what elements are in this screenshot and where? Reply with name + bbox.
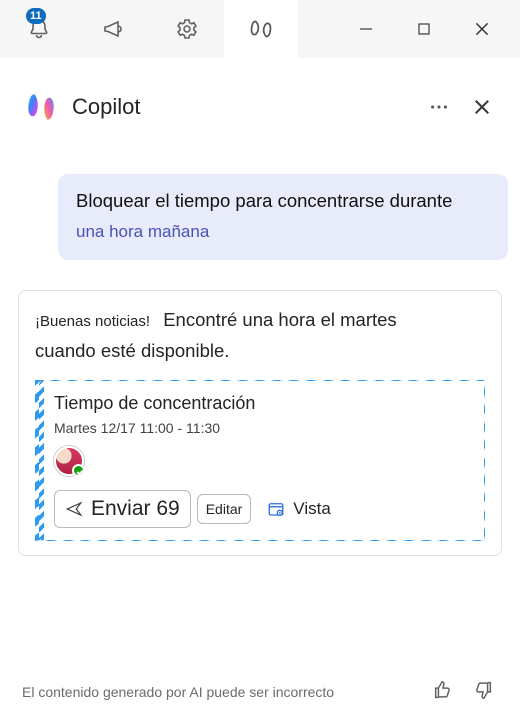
tab-copilot[interactable] bbox=[224, 0, 298, 58]
copilot-pane: Copilot Bloquear el tiempo para concentr… bbox=[0, 58, 520, 720]
minimize-button[interactable] bbox=[356, 19, 376, 39]
copilot-logo-icon bbox=[24, 90, 58, 124]
user-message-line2: una hora mañana bbox=[76, 222, 490, 242]
user-message-bubble: Bloquear el tiempo para concentrarse dur… bbox=[58, 174, 508, 260]
attendee-row bbox=[54, 446, 470, 476]
event-card: Tiempo de concentración Martes 12/17 11:… bbox=[35, 380, 485, 541]
close-window-button[interactable] bbox=[472, 19, 492, 39]
copilot-tab-icon bbox=[248, 16, 274, 42]
assistant-text-2: cuando esté disponible. bbox=[35, 336, 485, 367]
ai-disclaimer-text: El contenido generado por AI puede ser i… bbox=[22, 684, 418, 700]
close-pane-button[interactable] bbox=[468, 93, 496, 121]
send-button-label: Enviar 69 bbox=[91, 497, 180, 521]
calendar-icon bbox=[267, 500, 285, 518]
gear-icon bbox=[175, 17, 199, 41]
tab-announcements[interactable] bbox=[76, 0, 150, 58]
conversation-area: Bloquear el tiempo para concentrarse dur… bbox=[0, 132, 520, 665]
event-title: Tiempo de concentración bbox=[54, 393, 470, 414]
send-button[interactable]: Enviar 69 bbox=[54, 490, 191, 528]
tab-settings[interactable] bbox=[150, 0, 224, 58]
assistant-response-card: ¡Buenas noticias! Encontré una hora el m… bbox=[18, 290, 502, 556]
megaphone-icon bbox=[101, 17, 125, 41]
edit-button-label: Editar bbox=[206, 501, 243, 517]
window-controls bbox=[356, 19, 520, 39]
user-message-line1: Bloquear el tiempo para concentrarse dur… bbox=[76, 190, 490, 212]
notification-badge: 11 bbox=[26, 8, 46, 24]
window-titlebar: 11 bbox=[0, 0, 520, 58]
pane-header: Copilot bbox=[0, 90, 520, 132]
event-time: Martes 12/17 11:00 - 11:30 bbox=[54, 420, 470, 436]
presence-available-icon bbox=[72, 464, 85, 477]
assistant-text: ¡Buenas noticias! Encontré una hora el m… bbox=[35, 305, 485, 336]
more-options-button[interactable] bbox=[424, 92, 454, 122]
thumbs-up-button[interactable] bbox=[428, 675, 458, 708]
view-button-label: Vista bbox=[293, 499, 331, 519]
event-actions: Enviar 69 Editar Vista bbox=[54, 490, 470, 528]
pane-title: Copilot bbox=[72, 94, 140, 120]
titlebar-tabs: 11 bbox=[2, 0, 298, 58]
view-button[interactable]: Vista bbox=[257, 493, 341, 525]
assistant-exclamation: ¡Buenas noticias! bbox=[35, 313, 150, 330]
thumbs-down-button[interactable] bbox=[468, 675, 498, 708]
maximize-button[interactable] bbox=[414, 19, 434, 39]
disclaimer-footer: El contenido generado por AI puede ser i… bbox=[0, 665, 520, 720]
attendee-avatar[interactable] bbox=[54, 446, 84, 476]
send-icon bbox=[65, 500, 83, 518]
edit-button[interactable]: Editar bbox=[197, 494, 252, 524]
tab-notifications[interactable]: 11 bbox=[2, 0, 76, 58]
assistant-found-part1: Encontré una hora el martes bbox=[163, 309, 396, 330]
